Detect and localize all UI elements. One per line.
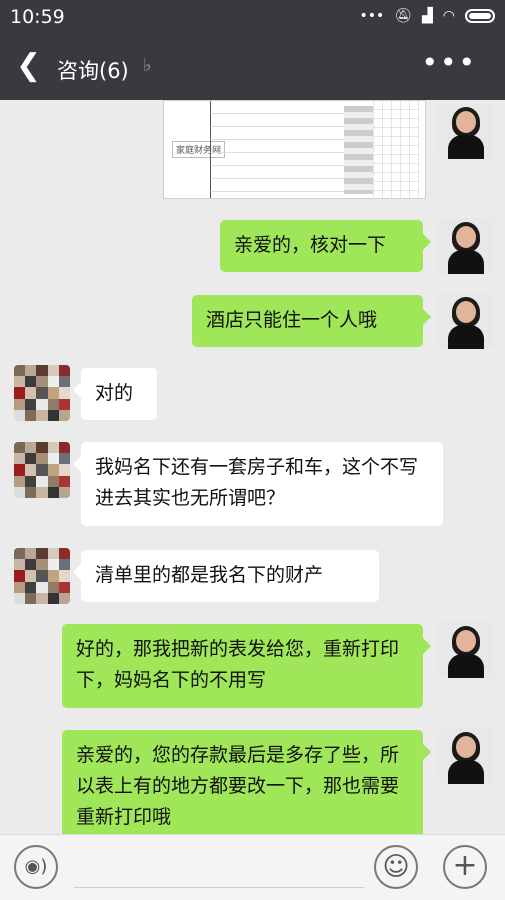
document-grid [373,101,419,198]
chat-header: ❮ 咨询(6) ♭ ••• [0,36,505,100]
message-text: 对的 [95,382,134,404]
blurred-region [344,106,374,194]
user-avatar[interactable] [14,442,70,498]
message-input[interactable] [74,887,364,888]
user-avatar[interactable] [14,548,70,604]
message-text: 亲爱的，核对一下 [234,234,387,256]
chat-title: 咨询(6) [57,59,129,83]
message-text: 好的，那我把新的表发给您，重新打印下，妈妈名下的不用写 [76,638,400,691]
wifi-icon: ◠ [442,8,455,24]
my-message-bubble[interactable]: 亲爱的，核对一下 [220,220,431,272]
status-bar: 10:59 ••• 🔕︎ ▟ ◠ [0,0,505,36]
agent-avatar[interactable] [438,103,494,159]
agent-avatar[interactable] [438,293,494,349]
other-message-bubble[interactable]: 对的 [73,368,157,420]
message-text: 我妈名下还有一套房子和车，这个不写进去其实也无所谓吧？ [95,456,419,509]
my-message-bubble[interactable]: 亲爱的，您的存款最后是多存了些，所以表上有的地方都要改一下，那也需要重新打印哦 [62,730,431,834]
emoji-icon[interactable]: ☺ [374,845,418,889]
other-message-bubble[interactable]: 清单里的都是我名下的财产 [73,550,379,602]
agent-avatar[interactable] [438,622,494,678]
agent-avatar[interactable] [438,218,494,274]
more-dots-icon: ••• [359,8,385,24]
ear-icon: ♭ [143,55,152,76]
document-image-message[interactable]: 家庭财务网 [163,100,426,199]
my-message-bubble[interactable]: 酒店只能住一个人哦 [192,295,431,347]
user-avatar[interactable] [14,365,70,421]
battery-icon [465,9,495,23]
voice-icon[interactable]: ◉) [14,845,58,889]
status-icons: ••• 🔕︎ ▟ ◠ [359,8,495,24]
back-arrow-icon[interactable]: ❮ [16,48,41,84]
message-text: 酒店只能住一个人哦 [206,309,378,331]
status-time: 10:59 [10,6,65,28]
chat-area[interactable]: 家庭财务网 亲爱的，核对一下 酒店只能住一个人哦 对的 我妈名下还有一套房子和车… [0,100,505,834]
message-text: 亲爱的，您的存款最后是多存了些，所以表上有的地方都要改一下，那也需要重新打印哦 [76,744,400,828]
mute-icon: 🔕︎ [394,8,412,24]
message-text: 清单里的都是我名下的财产 [95,564,324,586]
input-bar: ◉) ☺ + [0,834,505,900]
agent-avatar[interactable] [438,728,494,784]
my-message-bubble[interactable]: 好的，那我把新的表发给您，重新打印下，妈妈名下的不用写 [62,624,431,708]
plus-icon[interactable]: + [443,845,487,889]
other-message-bubble[interactable]: 我妈名下还有一套房子和车，这个不写进去其实也无所谓吧？ [73,442,443,526]
more-options-button[interactable]: ••• [421,46,477,79]
signal-icon: ▟ [422,8,433,24]
